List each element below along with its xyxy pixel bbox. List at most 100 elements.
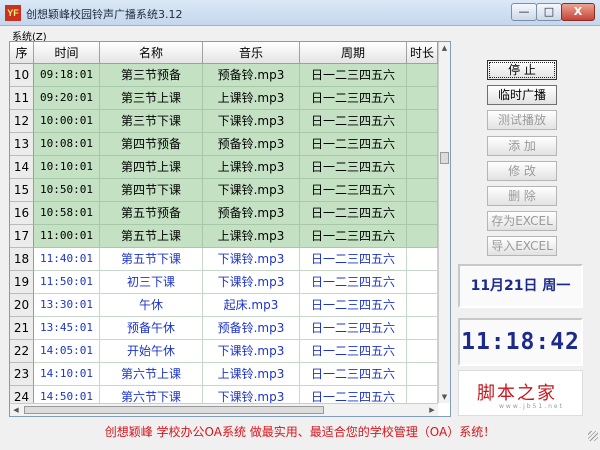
header-time[interactable]: 时间 (34, 42, 100, 64)
cell-duration (407, 271, 438, 294)
cell-music: 预备铃.mp3 (203, 317, 300, 340)
cell-name: 预备午休 (100, 317, 203, 340)
cell-seq: 15 (10, 179, 34, 202)
header-seq[interactable]: 序 (10, 42, 34, 64)
cell-music: 下课铃.mp3 (203, 248, 300, 271)
cell-time: 13:45:01 (34, 317, 100, 340)
table-header: 序 时间 名称 音乐 周期 时长 (10, 42, 450, 64)
cell-time: 10:50:01 (34, 179, 100, 202)
test-play-button[interactable]: 测试播放 (487, 110, 557, 130)
table-row[interactable]: 22 14:05:01 开始午休 下课铃.mp3 日一二三四五六 (10, 340, 438, 363)
window-title: 创想颖峰校园铃声广播系统3.12 (26, 8, 183, 21)
cell-music: 预备铃.mp3 (203, 202, 300, 225)
cell-time: 10:08:01 (34, 133, 100, 156)
edit-button[interactable]: 修 改 (487, 161, 557, 181)
status-text: 创想颖峰 学校办公OA系统 做最实用、最适合您的学校管理（OA）系统！ (104, 425, 496, 439)
cell-name: 开始午休 (100, 340, 203, 363)
close-button[interactable]: X (561, 3, 595, 21)
table-row[interactable]: 19 11:50:01 初三下课 下课铃.mp3 日一二三四五六 (10, 271, 438, 294)
cell-cycle: 日一二三四五六 (300, 133, 407, 156)
table-row[interactable]: 15 10:50:01 第四节下课 下课铃.mp3 日一二三四五六 (10, 179, 438, 202)
table-row[interactable]: 16 10:58:01 第五节预备 预备铃.mp3 日一二三四五六 (10, 202, 438, 225)
cell-name: 初三下课 (100, 271, 203, 294)
cell-duration (407, 225, 438, 248)
header-name[interactable]: 名称 (100, 42, 203, 64)
cell-music: 上课铃.mp3 (203, 225, 300, 248)
stop-button[interactable]: 停 止 (487, 60, 557, 80)
cell-seq: 19 (10, 271, 34, 294)
title-bar: YF 创想颖峰校园铃声广播系统3.12 — □ X (0, 0, 600, 26)
cell-cycle: 日一二三四五六 (300, 64, 407, 87)
cell-music: 起床.mp3 (203, 294, 300, 317)
cell-time: 14:10:01 (34, 363, 100, 386)
table-row[interactable]: 20 13:30:01 午休 起床.mp3 日一二三四五六 (10, 294, 438, 317)
delete-button[interactable]: 删 除 (487, 186, 557, 206)
resize-grip-icon[interactable] (588, 431, 598, 441)
cell-time: 09:20:01 (34, 87, 100, 110)
logo-text: 脚本之家 (477, 383, 557, 404)
cell-duration (407, 202, 438, 225)
cell-time: 10:10:01 (34, 156, 100, 179)
cell-music: 预备铃.mp3 (203, 133, 300, 156)
save-excel-button[interactable]: 存为EXCEL (487, 211, 557, 231)
cell-seq: 12 (10, 110, 34, 133)
horizontal-scroll-thumb[interactable] (24, 406, 324, 414)
vertical-scrollbar[interactable]: ▲ ▼ (438, 42, 450, 403)
cell-name: 第三节上课 (100, 87, 203, 110)
status-bar: 创想颖峰 学校办公OA系统 做最实用、最适合您的学校管理（OA）系统！ (0, 421, 600, 443)
scroll-right-icon[interactable]: ▶ (426, 404, 438, 416)
cell-cycle: 日一二三四五六 (300, 225, 407, 248)
cell-duration (407, 317, 438, 340)
table-row[interactable]: 13 10:08:01 第四节预备 预备铃.mp3 日一二三四五六 (10, 133, 438, 156)
cell-name: 午休 (100, 294, 203, 317)
cell-music: 上课铃.mp3 (203, 156, 300, 179)
cell-name: 第六节上课 (100, 363, 203, 386)
table-row[interactable]: 18 11:40:01 第五节下课 下课铃.mp3 日一二三四五六 (10, 248, 438, 271)
table-row[interactable]: 23 14:10:01 第六节上课 上课铃.mp3 日一二三四五六 (10, 363, 438, 386)
table-row[interactable]: 12 10:00:01 第三节下课 下课铃.mp3 日一二三四五六 (10, 110, 438, 133)
cell-duration (407, 64, 438, 87)
cell-cycle: 日一二三四五六 (300, 202, 407, 225)
cell-name: 第四节预备 (100, 133, 203, 156)
table-row[interactable]: 10 09:18:01 第三节预备 预备铃.mp3 日一二三四五六 (10, 64, 438, 87)
table-row[interactable]: 11 09:20:01 第三节上课 上课铃.mp3 日一二三四五六 (10, 87, 438, 110)
cell-cycle: 日一二三四五六 (300, 156, 407, 179)
cell-time: 11:00:01 (34, 225, 100, 248)
cell-seq: 23 (10, 363, 34, 386)
cell-seq: 17 (10, 225, 34, 248)
cell-cycle: 日一二三四五六 (300, 340, 407, 363)
maximize-button[interactable]: □ (536, 3, 562, 21)
minimize-button[interactable]: — (511, 3, 537, 21)
cell-seq: 14 (10, 156, 34, 179)
add-button[interactable]: 添 加 (487, 136, 557, 156)
vertical-scroll-thumb[interactable] (440, 152, 449, 164)
table-row[interactable]: 17 11:00:01 第五节上课 上课铃.mp3 日一二三四五六 (10, 225, 438, 248)
cell-seq: 16 (10, 202, 34, 225)
date-display: 11月21日 周一 (458, 264, 583, 308)
scroll-up-icon[interactable]: ▲ (439, 42, 450, 54)
schedule-table: 序 时间 名称 音乐 周期 时长 10 09:18:01 第三节预备 预备铃.mp3 日… (9, 41, 451, 417)
scroll-down-icon[interactable]: ▼ (439, 391, 450, 403)
cell-duration (407, 110, 438, 133)
cell-name: 第三节预备 (100, 64, 203, 87)
cell-cycle: 日一二三四五六 (300, 271, 407, 294)
cell-duration (407, 248, 438, 271)
cell-name: 第五节预备 (100, 202, 203, 225)
logo-url: www.jb51.net (499, 403, 564, 410)
temp-broadcast-button[interactable]: 临时广播 (487, 85, 557, 105)
header-cycle[interactable]: 周期 (300, 42, 407, 64)
header-duration[interactable]: 时长 (407, 42, 438, 64)
cell-name: 第四节上课 (100, 156, 203, 179)
cell-cycle: 日一二三四五六 (300, 179, 407, 202)
cell-seq: 18 (10, 248, 34, 271)
import-excel-button[interactable]: 导入EXCEL (487, 236, 557, 256)
cell-duration (407, 156, 438, 179)
header-music[interactable]: 音乐 (203, 42, 300, 64)
cell-duration (407, 294, 438, 317)
cell-time: 11:50:01 (34, 271, 100, 294)
table-row[interactable]: 21 13:45:01 预备午休 预备铃.mp3 日一二三四五六 (10, 317, 438, 340)
cell-seq: 10 (10, 64, 34, 87)
scroll-left-icon[interactable]: ◀ (10, 404, 22, 416)
table-row[interactable]: 14 10:10:01 第四节上课 上课铃.mp3 日一二三四五六 (10, 156, 438, 179)
horizontal-scrollbar[interactable]: ◀ ▶ (10, 403, 438, 416)
